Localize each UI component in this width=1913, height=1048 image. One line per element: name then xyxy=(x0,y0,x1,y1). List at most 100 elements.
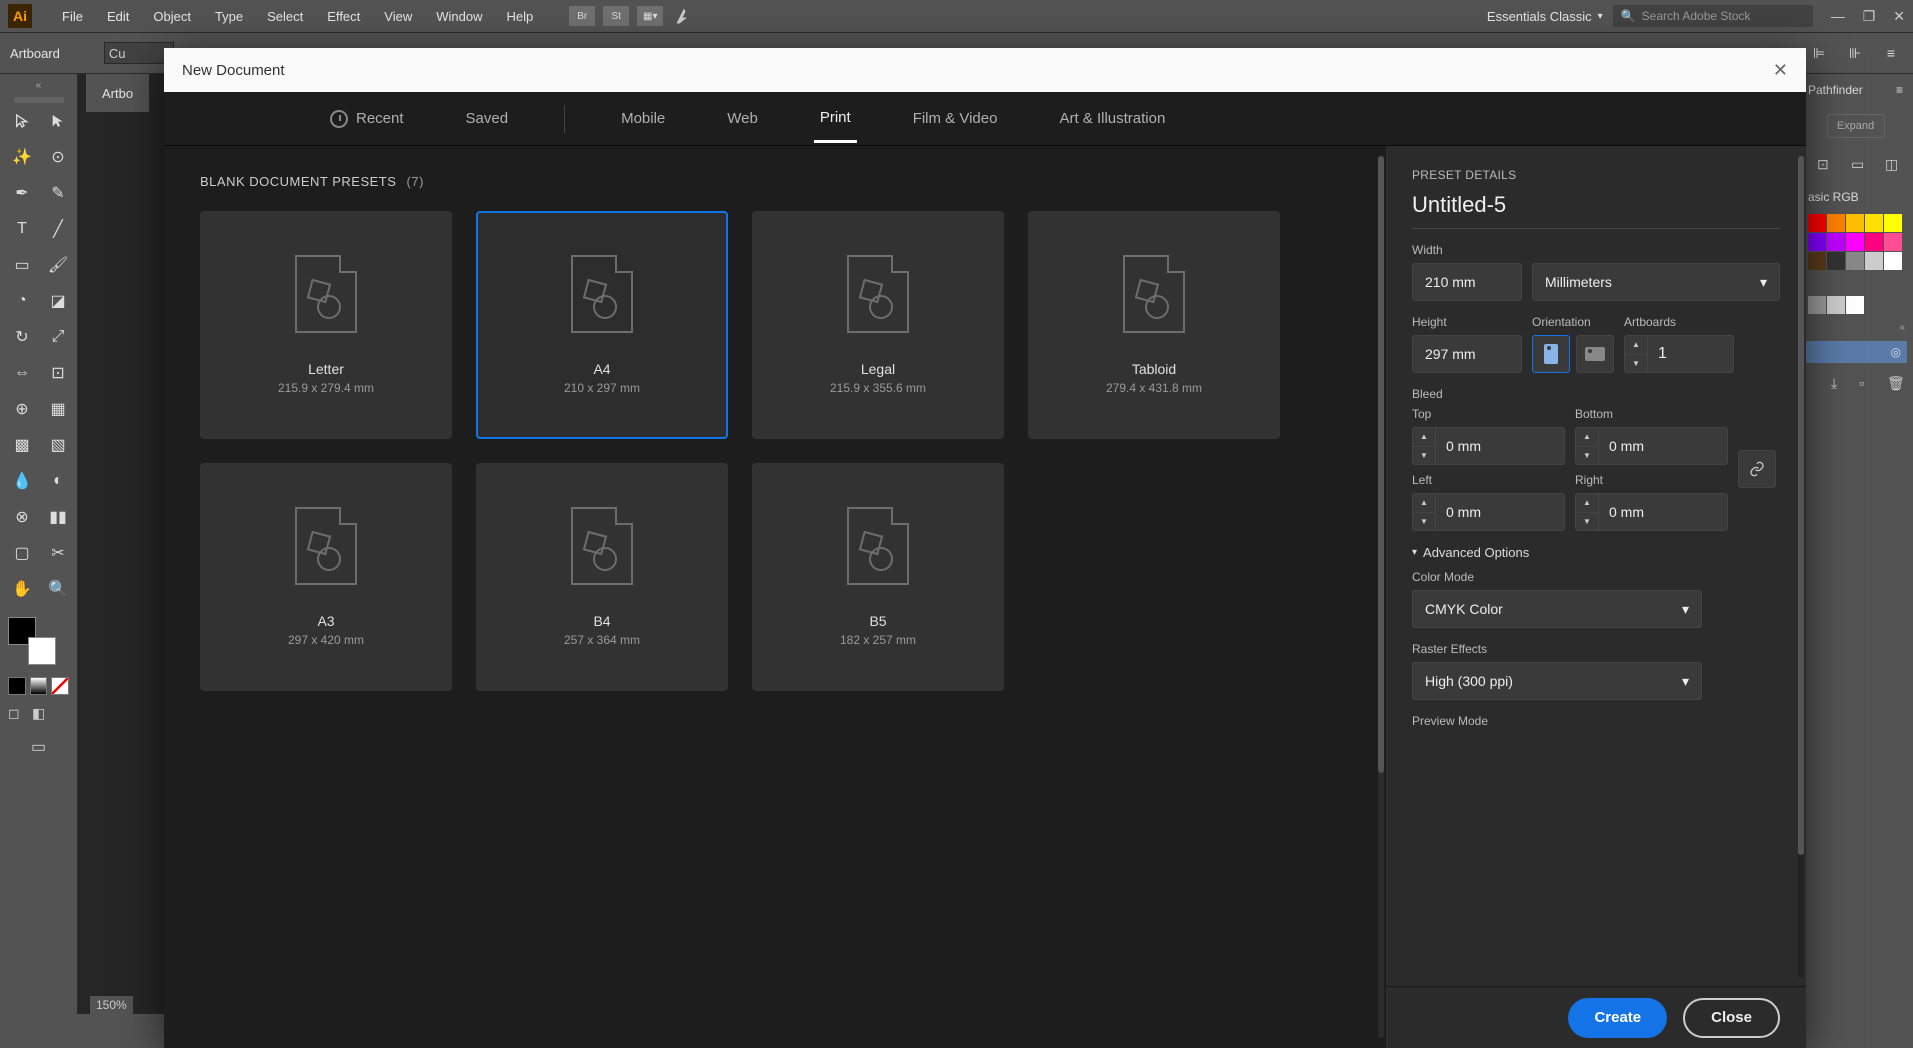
fill-stroke-swatch[interactable] xyxy=(0,617,77,671)
swatch[interactable] xyxy=(1846,233,1864,251)
bridge-launcher-icon[interactable]: Br xyxy=(569,6,595,26)
menu-help[interactable]: Help xyxy=(494,9,545,24)
swatch[interactable] xyxy=(1808,252,1826,270)
orientation-landscape-button[interactable] xyxy=(1576,335,1614,373)
bleed-bottom-input[interactable]: 0 mm xyxy=(1599,427,1728,465)
create-button[interactable]: Create xyxy=(1568,998,1667,1038)
swatch[interactable] xyxy=(1808,233,1826,251)
distribute-icon[interactable]: ⊪ xyxy=(1843,41,1867,65)
line-tool-icon[interactable]: ╱ xyxy=(44,215,72,243)
menu-window[interactable]: Window xyxy=(424,9,494,24)
menu-edit[interactable]: Edit xyxy=(95,9,141,24)
direct-selection-tool-icon[interactable] xyxy=(44,107,72,135)
preset-card-tabloid[interactable]: Tabloid279.4 x 431.8 mm xyxy=(1028,211,1280,439)
width-input[interactable]: 210 mm xyxy=(1412,263,1522,301)
tab-film-video[interactable]: Film & Video xyxy=(907,96,1004,141)
lasso-tool-icon[interactable]: ⊙ xyxy=(44,143,72,171)
panel-icon-transform[interactable]: ⊡ xyxy=(1817,156,1835,174)
tools-drag-handle[interactable] xyxy=(14,97,64,103)
free-transform-tool-icon[interactable]: ⊡ xyxy=(44,359,72,387)
width-tool-icon[interactable]: ⇔ xyxy=(8,359,36,387)
stepper-down-icon[interactable]: ▼ xyxy=(1625,355,1647,373)
pathfinder-panel-tab[interactable]: Pathfinder xyxy=(1808,83,1863,97)
preset-card-letter[interactable]: Letter215.9 x 279.4 mm xyxy=(200,211,452,439)
mesh-tool-icon[interactable]: ▩ xyxy=(8,431,36,459)
draw-normal-icon[interactable]: ◻ xyxy=(8,705,26,723)
details-scroll-thumb[interactable] xyxy=(1798,156,1804,855)
zoom-status[interactable]: 150% xyxy=(90,996,133,1014)
stepper-up-icon[interactable]: ▲ xyxy=(1625,336,1647,355)
draw-behind-icon[interactable]: ◧ xyxy=(32,705,50,723)
tab-saved[interactable]: Saved xyxy=(460,96,515,141)
swatch[interactable] xyxy=(1865,233,1883,251)
swatch[interactable] xyxy=(1827,233,1845,251)
layer-trash-icon[interactable]: 🗑 xyxy=(1887,375,1905,393)
bleed-top-stepper[interactable]: ▲▼ xyxy=(1412,427,1436,465)
bleed-link-toggle[interactable] xyxy=(1738,450,1776,488)
color-solid-icon[interactable] xyxy=(8,677,26,695)
panel-collapse-icon[interactable]: « xyxy=(1798,318,1913,337)
presets-scrollbar[interactable] xyxy=(1378,156,1384,1038)
tools-collapse-icon[interactable]: « xyxy=(0,80,77,91)
swatch[interactable] xyxy=(1827,252,1845,270)
bleed-right-input[interactable]: 0 mm xyxy=(1599,493,1728,531)
swatch[interactable] xyxy=(1846,252,1864,270)
dialog-close-icon[interactable]: ✕ xyxy=(1773,60,1788,81)
magic-wand-tool-icon[interactable]: ✨ xyxy=(8,143,36,171)
layer-target-icon[interactable]: ◎ xyxy=(1891,345,1901,359)
arrange-documents-icon[interactable]: ▦▾ xyxy=(637,6,663,26)
swatch[interactable] xyxy=(1865,214,1883,232)
screen-mode-icon[interactable]: ▭ xyxy=(25,737,53,757)
artboards-input[interactable]: 1 xyxy=(1648,335,1734,373)
eyedropper-tool-icon[interactable]: 💧 xyxy=(8,467,36,495)
menu-view[interactable]: View xyxy=(372,9,424,24)
document-tab[interactable]: Artbo xyxy=(86,74,149,112)
paintbrush-tool-icon[interactable]: 🖌 xyxy=(44,251,72,279)
preset-card-b5[interactable]: B5182 x 257 mm xyxy=(752,463,1004,691)
preset-card-legal[interactable]: Legal215.9 x 355.6 mm xyxy=(752,211,1004,439)
panel-icon-pathfinder[interactable]: ◫ xyxy=(1885,156,1903,174)
tab-mobile[interactable]: Mobile xyxy=(615,96,671,141)
symbol-sprayer-tool-icon[interactable]: ⊗ xyxy=(8,503,36,531)
scale-tool-icon[interactable]: ⤢ xyxy=(44,323,72,351)
color-gradient-icon[interactable] xyxy=(30,677,48,695)
menu-object[interactable]: Object xyxy=(141,9,203,24)
tab-art-illustration[interactable]: Art & Illustration xyxy=(1053,96,1171,141)
document-name-input[interactable]: Untitled-5 xyxy=(1412,192,1780,229)
swatch[interactable] xyxy=(1846,214,1864,232)
hand-tool-icon[interactable]: ✋ xyxy=(8,575,36,603)
bleed-bottom-stepper[interactable]: ▲▼ xyxy=(1575,427,1599,465)
window-restore-icon[interactable]: ❐ xyxy=(1863,8,1876,25)
shape-builder-tool-icon[interactable]: ⊕ xyxy=(8,395,36,423)
swatch[interactable] xyxy=(1884,252,1902,270)
swatch[interactable] xyxy=(1808,296,1826,314)
pen-tool-icon[interactable]: ✒ xyxy=(8,179,36,207)
artboard-tool-icon[interactable]: ▢ xyxy=(8,539,36,567)
blend-tool-icon[interactable]: ◐ xyxy=(44,467,72,495)
eraser-tool-icon[interactable]: ◪ xyxy=(44,287,72,315)
stroke-swatch[interactable] xyxy=(28,637,56,665)
bleed-top-input[interactable]: 0 mm xyxy=(1436,427,1565,465)
swatch[interactable] xyxy=(1865,252,1883,270)
slice-tool-icon[interactable]: ✂ xyxy=(44,539,72,567)
color-none-icon[interactable] xyxy=(51,677,69,695)
orientation-portrait-button[interactable] xyxy=(1532,335,1570,373)
stock-launcher-icon[interactable]: St xyxy=(603,6,629,26)
swatch[interactable] xyxy=(1827,296,1845,314)
presets-scroll-thumb[interactable] xyxy=(1378,156,1384,773)
raster-effects-select[interactable]: High (300 ppi) ▾ xyxy=(1412,662,1702,700)
gradient-tool-icon[interactable]: ▧ xyxy=(44,431,72,459)
preset-card-a4[interactable]: A4210 x 297 mm xyxy=(476,211,728,439)
rectangle-tool-icon[interactable]: ▭ xyxy=(8,251,36,279)
more-icon[interactable]: ≡ xyxy=(1879,41,1903,65)
panel-menu-icon[interactable]: ≡ xyxy=(1896,83,1903,97)
window-minimize-icon[interactable]: — xyxy=(1831,8,1845,25)
column-graph-tool-icon[interactable]: ▮▮ xyxy=(44,503,72,531)
pathfinder-expand-button[interactable]: Expand xyxy=(1827,114,1885,138)
shaper-tool-icon[interactable]: ◔ xyxy=(8,287,36,315)
menu-select[interactable]: Select xyxy=(255,9,315,24)
bleed-left-input[interactable]: 0 mm xyxy=(1436,493,1565,531)
details-scrollbar[interactable] xyxy=(1798,156,1804,978)
curvature-tool-icon[interactable]: ✎ xyxy=(44,179,72,207)
units-select[interactable]: Millimeters ▾ xyxy=(1532,263,1780,301)
